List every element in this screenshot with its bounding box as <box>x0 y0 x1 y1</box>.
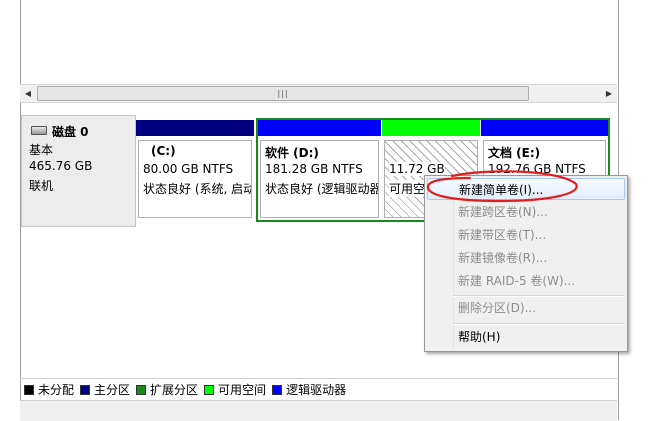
legend-label: 扩展分区 <box>150 383 199 397</box>
legend-label: 可用空间 <box>218 383 267 397</box>
scrollbar-grip: ||| <box>277 88 289 98</box>
partition-name: (C:) <box>151 144 176 158</box>
disk-info-box[interactable]: 磁盘 0 基本 465.76 GB 联机 <box>21 115 136 227</box>
legend-item-extended: 扩展分区 <box>136 381 198 398</box>
partition-header <box>258 120 381 136</box>
partition-name: 文档 (E:) <box>488 146 541 160</box>
partition-status: 状态良好 (系统, 启动 <box>143 182 252 196</box>
horizontal-scrollbar[interactable]: ◀ ||| ▶ <box>20 84 617 103</box>
scroll-right-icon[interactable]: ▶ <box>601 85 617 102</box>
menu-new-mirrored-volume[interactable]: 新建镜像卷(R)... <box>425 247 627 269</box>
partition-header <box>136 120 254 136</box>
menu-help[interactable]: 帮助(H) <box>425 326 627 348</box>
legend-label: 逻辑驱动器 <box>286 383 347 397</box>
menu-new-simple-volume[interactable]: 新建简单卷(I)... <box>427 178 625 200</box>
legend-swatch <box>136 384 147 395</box>
partition-header <box>481 120 608 136</box>
partition-d[interactable]: 软件 (D:) 181.28 GB NTFS 状态良好 (逻辑驱动器 <box>258 120 381 220</box>
menu-new-raid5-volume[interactable]: 新建 RAID-5 卷(W)... <box>425 270 627 292</box>
partition-header <box>382 120 480 136</box>
legend-item-free: 可用空间 <box>204 381 266 398</box>
partition-name: 软件 (D:) <box>265 146 319 160</box>
disk-size: 465.76 GB <box>29 159 93 173</box>
disk-type: 基本 <box>29 143 54 157</box>
context-menu: 新建简单卷(I)... 新建跨区卷(N)... 新建带区卷(T)... 新建镜像… <box>424 175 628 352</box>
partition-status: 状态良好 (逻辑驱动器 <box>265 182 379 196</box>
legend-item-unallocated: 未分配 <box>24 381 74 398</box>
partition-body: (C:) 80.00 GB NTFS 状态良好 (系统, 启动 <box>138 140 252 218</box>
scroll-left-icon[interactable]: ◀ <box>20 85 36 102</box>
menu-new-spanned-volume[interactable]: 新建跨区卷(N)... <box>425 201 627 223</box>
disk-name: 磁盘 0 <box>52 125 89 139</box>
legend-swatch <box>272 384 283 395</box>
scrollbar-thumb[interactable]: ||| <box>37 86 529 101</box>
partition-size: 11.72 GB <box>389 162 445 176</box>
legend-label: 未分配 <box>38 383 75 397</box>
legend: 未分配 主分区 扩展分区 可用空间 逻辑驱动器 <box>20 378 617 400</box>
legend-item-logical: 逻辑驱动器 <box>272 381 346 398</box>
partition-body: 软件 (D:) 181.28 GB NTFS 状态良好 (逻辑驱动器 <box>260 140 379 218</box>
bottom-scrollbar[interactable] <box>20 400 617 421</box>
partition-size: 80.00 GB NTFS <box>143 162 234 176</box>
disk-state: 联机 <box>29 179 54 193</box>
partition-size: 192.76 GB NTFS <box>488 162 586 176</box>
menu-new-striped-volume[interactable]: 新建带区卷(T)... <box>425 224 627 246</box>
legend-item-primary: 主分区 <box>80 381 130 398</box>
legend-swatch <box>204 384 215 395</box>
menu-separator <box>453 323 624 325</box>
partition-size: 181.28 GB NTFS <box>265 162 363 176</box>
legend-swatch <box>80 384 91 395</box>
legend-swatch <box>24 384 34 395</box>
hard-disk-icon <box>31 126 47 135</box>
partition-c[interactable]: (C:) 80.00 GB NTFS 状态良好 (系统, 启动 <box>136 120 254 220</box>
menu-delete-partition[interactable]: 删除分区(D)... <box>425 297 627 319</box>
legend-label: 主分区 <box>94 383 131 397</box>
